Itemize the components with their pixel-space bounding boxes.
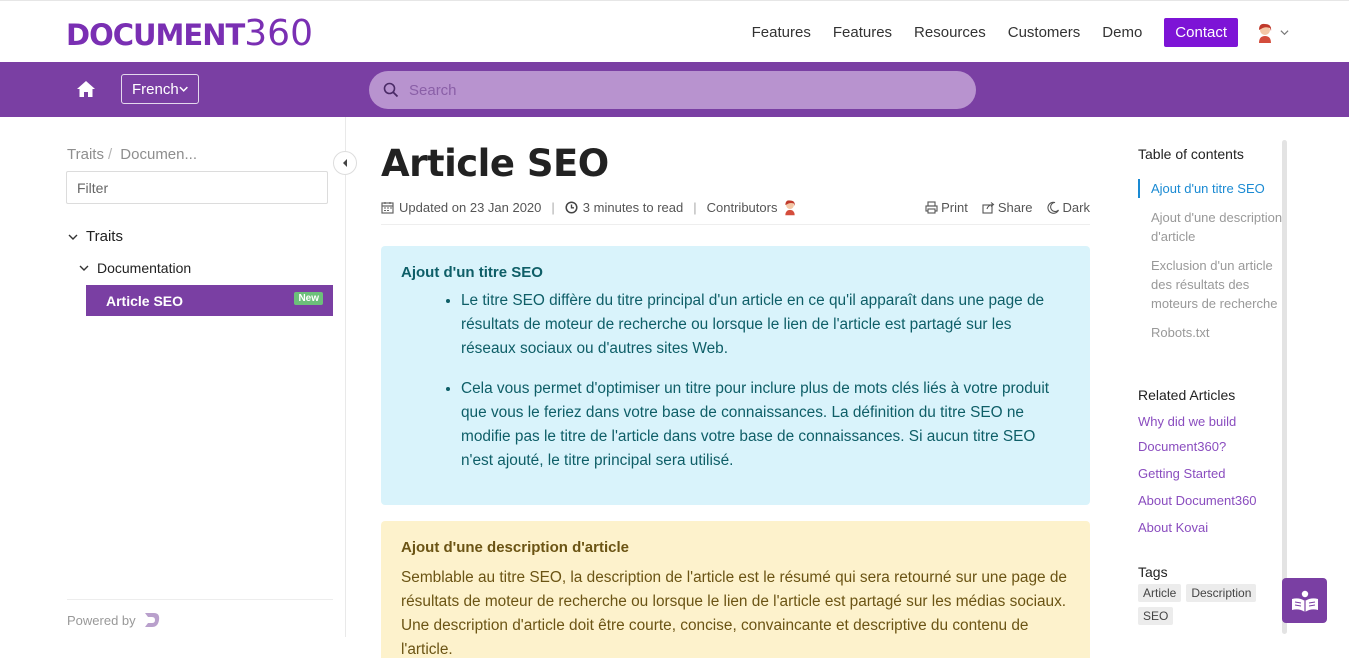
share-label: Share	[997, 200, 1033, 215]
chevron-down-icon	[79, 265, 89, 271]
related-link[interactable]: Why did we build Document360?	[1138, 409, 1283, 459]
user-menu[interactable]	[1256, 23, 1289, 43]
toc-item-seo-title[interactable]: Ajout d'un titre SEO	[1138, 179, 1283, 198]
share-icon	[982, 202, 995, 214]
tree-item-traits[interactable]: Traits	[68, 228, 123, 245]
powered-by-label: Powered by	[67, 612, 136, 628]
updated-date: Updated on 23 Jan 2020	[381, 200, 541, 215]
breadcrumb-separator: /	[107, 146, 113, 163]
logo-text: DOCUMENT	[66, 18, 245, 52]
nav-features-1[interactable]: Features	[752, 24, 811, 41]
related-link[interactable]: About Kovai	[1138, 515, 1283, 540]
tag-article[interactable]: Article	[1138, 584, 1182, 602]
tree-item-label: Traits	[86, 228, 123, 245]
share-button[interactable]: Share	[982, 200, 1033, 215]
moon-icon	[1046, 201, 1059, 214]
tags-heading: Tags	[1138, 564, 1168, 580]
search-bar[interactable]	[369, 71, 976, 109]
clock-icon	[565, 201, 578, 214]
toc-heading: Table of contents	[1138, 146, 1244, 162]
related-link[interactable]: About Document360	[1138, 488, 1283, 513]
breadcrumb: Traits / Documen...	[67, 146, 197, 163]
info-callout: Ajout d'un titre SEO Le titre SEO diffèr…	[381, 246, 1090, 505]
list-item: Cela vous permet d'optimiser un titre po…	[461, 377, 1070, 473]
bullet-list: Le titre SEO diffère du titre principal …	[461, 289, 1070, 473]
left-sidebar: Traits/ Documen... Traits Documentation …	[0, 117, 357, 637]
print-label: Print	[941, 200, 968, 215]
tree-item-documentation[interactable]: Documentation	[79, 260, 191, 276]
toc-item-robots[interactable]: Robots.txt	[1138, 323, 1283, 342]
scrollbar[interactable]	[1282, 140, 1287, 634]
page-title: Article SEO	[381, 142, 609, 185]
book-reader-icon	[1291, 590, 1318, 612]
language-value: French	[132, 80, 179, 98]
calendar-icon	[381, 202, 394, 214]
sub-header: French	[0, 62, 1349, 117]
contributors: Contributors	[707, 199, 803, 216]
tree-item-label: Documentation	[97, 260, 192, 276]
dark-mode-button[interactable]: Dark	[1046, 200, 1090, 215]
logo-number: 360	[244, 13, 313, 54]
tag-list: Article Description SEO	[1138, 584, 1268, 630]
related-articles: Why did we build Document360? Getting St…	[1138, 409, 1283, 542]
new-badge: New	[294, 292, 323, 305]
print-icon	[925, 201, 938, 214]
filter-input[interactable]	[66, 171, 328, 204]
breadcrumb-item-documentation[interactable]: Documen...	[120, 146, 197, 163]
nav-customers[interactable]: Customers	[1008, 24, 1081, 41]
toc-item-description[interactable]: Ajout d'une description d'article	[1138, 208, 1283, 246]
avatar	[1259, 23, 1272, 43]
nav-demo[interactable]: Demo	[1102, 24, 1142, 41]
related-link[interactable]: Getting Started	[1138, 461, 1283, 486]
knowledge-base-widget-button[interactable]	[1282, 578, 1327, 623]
contact-button[interactable]: Contact	[1164, 18, 1238, 47]
top-header: DOCUMENT360 Features Features Resources …	[0, 0, 1349, 62]
contributors-label: Contributors	[706, 200, 778, 215]
section-heading: Ajout d'une description d'article	[401, 539, 629, 556]
read-time-text: 3 minutes to read	[582, 200, 684, 215]
dark-label: Dark	[1062, 200, 1090, 215]
print-button[interactable]: Print	[925, 200, 968, 215]
chevron-left-icon	[343, 159, 347, 167]
chevron-down-icon	[179, 86, 188, 92]
language-select[interactable]: French	[121, 74, 199, 104]
nav-features-2[interactable]: Features	[833, 24, 892, 41]
section-heading: Ajout d'un titre SEO	[401, 264, 543, 281]
tree-item-label: Article SEO	[106, 292, 184, 309]
tree-item-article-seo[interactable]: Article SEO New	[86, 285, 333, 316]
nav-resources[interactable]: Resources	[914, 24, 986, 41]
list-item: Le titre SEO diffère du titre principal …	[461, 289, 1070, 361]
tag-seo[interactable]: SEO	[1138, 607, 1174, 625]
section-body: Semblable au titre SEO, la description d…	[401, 569, 1067, 658]
search-icon	[383, 82, 399, 98]
updated-text: Updated on 23 Jan 2020	[399, 200, 542, 215]
breadcrumb-item-traits[interactable]: Traits	[67, 146, 104, 163]
table-of-contents: Ajout d'un titre SEO Ajout d'une descrip…	[1138, 179, 1283, 352]
chevron-down-icon	[1280, 30, 1289, 36]
search-input[interactable]	[409, 81, 949, 99]
related-heading: Related Articles	[1138, 387, 1236, 403]
collapse-sidebar-button[interactable]	[333, 151, 357, 175]
meta-divider: |	[551, 200, 555, 215]
tag-description[interactable]: Description	[1186, 584, 1257, 602]
home-icon[interactable]	[76, 80, 96, 98]
top-nav: Features Features Resources Customers De…	[730, 18, 1289, 47]
read-time: 3 minutes to read	[565, 200, 683, 215]
meta-divider: |	[693, 200, 697, 215]
toc-item-exclusion[interactable]: Exclusion d'un article des résultats des…	[1138, 256, 1283, 313]
article-actions: Print Share Dark	[911, 200, 1090, 215]
note-callout: Ajout d'une description d'article Sembla…	[381, 521, 1090, 658]
powered-by: Powered by	[67, 599, 333, 630]
article-meta: Updated on 23 Jan 2020 | 3 minutes to re…	[381, 199, 1090, 225]
document360-mark-icon[interactable]	[142, 610, 162, 630]
chevron-down-icon	[68, 234, 78, 240]
contributor-avatar[interactable]	[783, 199, 797, 216]
document360-logo[interactable]: DOCUMENT360	[66, 13, 313, 54]
